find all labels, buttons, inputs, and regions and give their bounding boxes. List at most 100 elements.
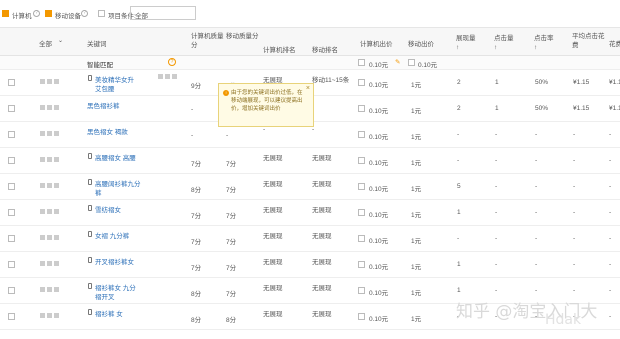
- checkbox-icon[interactable]: [358, 59, 365, 66]
- header-all[interactable]: 全部: [39, 38, 52, 48]
- sort-icon[interactable]: ↑: [494, 44, 497, 51]
- header-mobile-bid[interactable]: 移动出价: [408, 38, 434, 48]
- cell-mobile-quality: -: [226, 132, 229, 139]
- cell-impressions: 1: [457, 287, 461, 294]
- header-impressions[interactable]: 展现量: [456, 32, 476, 42]
- keyword-link[interactable]: 黑色褶女 褐款: [87, 126, 128, 136]
- cell-mobile-quality: 7分: [226, 187, 237, 194]
- checkbox-icon[interactable]: [358, 105, 365, 112]
- keyword-link-line2[interactable]: 裤: [95, 187, 102, 197]
- keyword-link[interactable]: 高腰褶女 高腰: [95, 152, 136, 162]
- header-pc-bid[interactable]: 计算机出价: [360, 38, 393, 48]
- cell-pc-bid: 0.10元: [369, 82, 389, 89]
- cell-pc-rank: 无展现: [263, 207, 283, 214]
- cell-mobile-quality: 7分: [226, 213, 237, 220]
- cell-mobile-bid: 1元: [411, 212, 422, 219]
- header-pc-quality[interactable]: 计算机质量分: [191, 32, 229, 50]
- row-actions[interactable]: [40, 313, 61, 320]
- table-row: 开叉褶衫裤女 7分 7分 无展现 无展现 0.10元 1元 1 - - - -: [0, 252, 620, 278]
- keyword-link[interactable]: 高腰阔衫裤九分: [95, 178, 141, 188]
- row-actions[interactable]: [40, 79, 61, 86]
- header-pc-rank: 计算机排名: [263, 47, 296, 54]
- keyword-link[interactable]: 雪纺褶女: [95, 204, 121, 214]
- checkbox-icon[interactable]: [408, 59, 415, 66]
- row-checkbox[interactable]: [8, 235, 15, 242]
- cell-clicks: 1: [495, 79, 499, 86]
- row-actions[interactable]: [40, 183, 61, 190]
- keyword-link[interactable]: 女褶 九分裤: [95, 230, 129, 240]
- header-mobile-quality[interactable]: 移动质量分: [226, 32, 264, 41]
- row-checkbox[interactable]: [8, 261, 15, 268]
- row-actions[interactable]: [40, 105, 61, 112]
- checkbox-icon[interactable]: [358, 235, 365, 242]
- cell-cost: ¥1.15: [609, 79, 620, 86]
- row-actions[interactable]: [40, 287, 61, 294]
- cell-pc-bid: 0.10元: [369, 238, 389, 245]
- checkbox-icon[interactable]: [358, 131, 365, 138]
- cell-mobile-quality: 7分: [226, 291, 237, 298]
- checkbox-icon[interactable]: [358, 313, 365, 320]
- header-avg-cost[interactable]: 平均点击花费: [572, 32, 608, 50]
- cell-mobile-rank: 无展现: [312, 155, 332, 162]
- filter-checkbox[interactable]: [98, 10, 105, 17]
- keyword-link-line2[interactable]: 褶开叉: [95, 291, 115, 301]
- cell-clicks: -: [495, 131, 498, 138]
- cell-impressions: 5: [457, 183, 461, 190]
- row-tools[interactable]: [158, 74, 179, 81]
- header-cost[interactable]: 花费: [609, 38, 620, 48]
- row-actions[interactable]: [40, 261, 61, 268]
- checkbox-icon[interactable]: [358, 157, 365, 164]
- cell-cost: -: [609, 209, 612, 216]
- checkbox-icon[interactable]: [358, 183, 365, 190]
- cell-avg-cost: ¥1.15: [573, 105, 590, 112]
- row-checkbox[interactable]: [8, 183, 15, 190]
- row-checkbox[interactable]: [8, 313, 15, 320]
- checkbox-icon[interactable]: [358, 79, 365, 86]
- cell-ctr: -: [535, 131, 538, 138]
- row-checkbox[interactable]: [8, 287, 15, 294]
- chevron-down-icon[interactable]: ⌄: [58, 37, 63, 44]
- info-icon[interactable]: ?: [168, 58, 176, 66]
- smart-mobile-bid: 0.10元: [418, 62, 438, 69]
- cell-cost: -: [609, 313, 612, 320]
- row-actions[interactable]: [40, 235, 61, 242]
- row-checkbox[interactable]: [8, 209, 15, 216]
- filter-select[interactable]: 全部: [130, 6, 196, 20]
- cell-ctr: -: [535, 209, 538, 216]
- device-mobile-checkbox[interactable]: [45, 10, 52, 17]
- device-pc-checkbox[interactable]: [2, 10, 9, 17]
- row-checkbox[interactable]: [8, 157, 15, 164]
- sort-icon[interactable]: ↑: [456, 44, 459, 51]
- row-checkbox[interactable]: [8, 105, 15, 112]
- close-icon[interactable]: ×: [306, 85, 310, 93]
- row-actions[interactable]: [40, 157, 61, 164]
- keyword-link-line2[interactable]: 艾包腰: [95, 83, 115, 93]
- cell-ctr: -: [535, 261, 538, 268]
- table-row: 高腰褶女 高腰 7分 7分 无展现 无展现 0.10元 1元 - - - - -: [0, 148, 620, 174]
- row-actions[interactable]: [40, 209, 61, 216]
- header-clicks[interactable]: 点击量: [494, 32, 514, 42]
- row-actions[interactable]: [40, 131, 61, 138]
- keyword-link[interactable]: 褶衫裤 女: [95, 308, 123, 318]
- keyword-link[interactable]: 黑色褶衫裤: [87, 100, 120, 110]
- cell-avg-cost: -: [573, 209, 576, 216]
- cell-avg-cost: -: [573, 287, 576, 294]
- header-ctr[interactable]: 点击率: [534, 32, 554, 42]
- row-checkbox[interactable]: [8, 79, 15, 86]
- edit-pencil-icon[interactable]: ✎: [395, 58, 400, 66]
- cell-avg-cost: -: [573, 183, 576, 190]
- checkbox-icon[interactable]: [358, 261, 365, 268]
- cell-pc-quality: 7分: [191, 213, 202, 220]
- cell-mobile-bid: 1元: [411, 316, 422, 323]
- cell-pc-rank: 无展现: [263, 155, 283, 162]
- checkbox-icon[interactable]: [358, 209, 365, 216]
- keyword-link[interactable]: 开叉褶衫裤女: [95, 256, 134, 266]
- checkbox-icon: [98, 10, 105, 17]
- cell-avg-cost: ¥1.15: [573, 79, 590, 86]
- cell-cost: -: [609, 183, 612, 190]
- cell-cost: -: [609, 157, 612, 164]
- row-checkbox[interactable]: [8, 131, 15, 138]
- cell-clicks: -: [495, 157, 498, 164]
- checkbox-icon[interactable]: [358, 287, 365, 294]
- sort-icon[interactable]: ↑: [534, 44, 537, 51]
